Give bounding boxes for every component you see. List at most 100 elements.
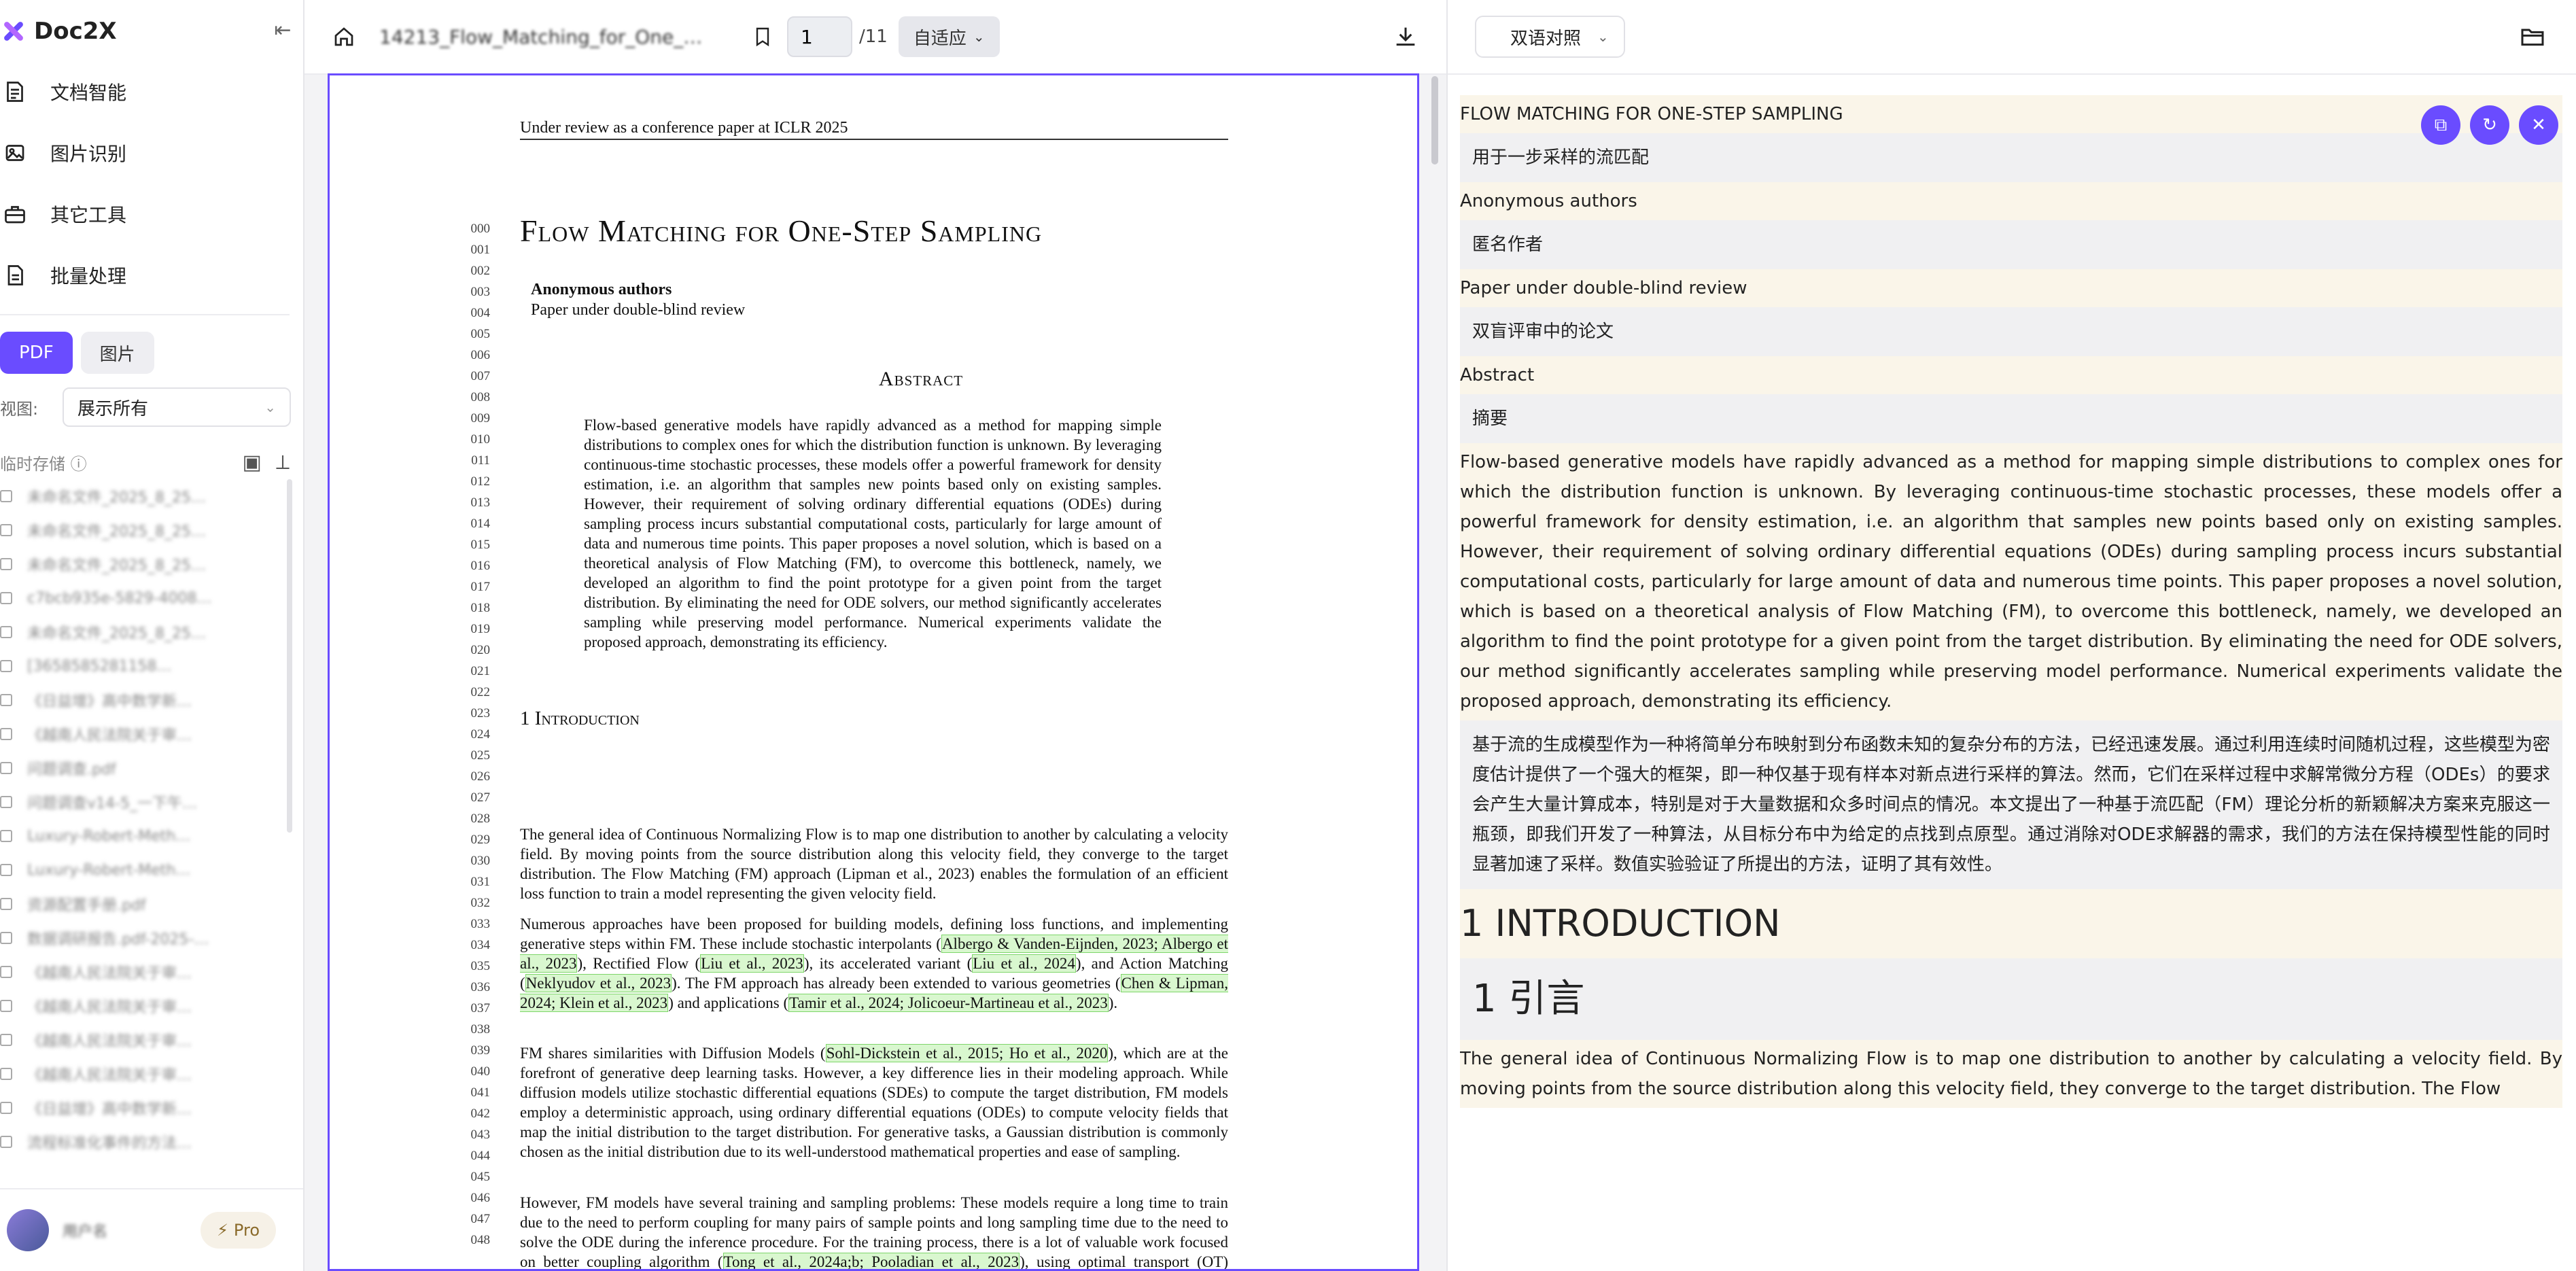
download-button[interactable] bbox=[1389, 20, 1422, 53]
checkbox[interactable] bbox=[0, 1102, 12, 1114]
zoom-select[interactable]: 自适应 ⌄ bbox=[898, 16, 1000, 57]
paragraph-text: The general idea of Continuous Normalizi… bbox=[520, 826, 1228, 902]
checkbox[interactable] bbox=[0, 966, 12, 978]
history-item[interactable]: 《日益增》高中数学新… bbox=[0, 1091, 285, 1125]
pro-badge[interactable]: ⚡ Pro bbox=[201, 1212, 276, 1249]
line-number: 009 bbox=[470, 411, 491, 425]
page-number-input[interactable] bbox=[787, 16, 852, 57]
bookmark-button[interactable] bbox=[749, 23, 776, 50]
file-type-tabs: PDF 图片 bbox=[0, 332, 162, 374]
history-item[interactable]: 资源配置手册.pdf bbox=[0, 887, 285, 921]
history-item[interactable]: 数据调研报告.pdf-2025-… bbox=[0, 921, 285, 955]
sidebar-item-tools[interactable]: 其它工具 bbox=[0, 184, 303, 245]
checkbox[interactable] bbox=[0, 830, 12, 842]
tab-image[interactable]: 图片 bbox=[80, 332, 154, 374]
history-item[interactable]: 《越南人民法院关于审… bbox=[0, 1057, 285, 1091]
checkbox[interactable] bbox=[0, 490, 12, 502]
citation-link[interactable]: Liu et al., 2023 bbox=[700, 954, 804, 973]
history-item[interactable]: 未命名文件_2025_8_25… bbox=[0, 479, 285, 513]
user-name: 用户名 bbox=[63, 1223, 108, 1240]
history-scrollbar[interactable] bbox=[287, 479, 292, 833]
citation-link[interactable]: Liu et al., 2024 bbox=[972, 954, 1076, 973]
checkbox[interactable] bbox=[0, 558, 12, 570]
paragraph: The general idea of Continuous Normalizi… bbox=[520, 824, 1228, 903]
retranslate-button[interactable]: ↻ bbox=[2470, 105, 2509, 145]
source-segment[interactable]: Flow-based generative models have rapidl… bbox=[1460, 443, 2562, 720]
history-item[interactable]: 未命名文件_2025_8_25… bbox=[0, 547, 285, 581]
history-item[interactable]: [3658585281158… bbox=[0, 649, 285, 683]
checkbox[interactable] bbox=[0, 1136, 12, 1148]
citation-link[interactable]: Sohl-Dickstein et al., 2015; Ho et al., … bbox=[825, 1044, 1109, 1062]
checkbox[interactable] bbox=[0, 694, 12, 706]
history-title: 临时存储 ⓘ bbox=[0, 454, 87, 474]
translated-segment[interactable]: 基于流的生成模型作为一种将简单分布映射到分布函数未知的复杂分布的方法，已经迅速发… bbox=[1460, 720, 2562, 889]
sidebar-item-document-ai[interactable]: 文档智能 bbox=[0, 61, 303, 122]
source-segment[interactable]: The general idea of Continuous Normalizi… bbox=[1460, 1040, 2562, 1108]
history-item[interactable]: c7bcb935e-5829-4008… bbox=[0, 581, 285, 615]
checkbox[interactable] bbox=[0, 660, 12, 672]
viewer-scrollbar[interactable] bbox=[1431, 76, 1438, 164]
select-all-icon[interactable]: ▣ bbox=[243, 451, 262, 474]
history-item[interactable]: 《日益增》高中数学新… bbox=[0, 683, 285, 717]
source-segment[interactable]: 1 INTRODUCTION bbox=[1460, 889, 2562, 958]
history-item[interactable]: 未命名文件_2025_8_25… bbox=[0, 513, 285, 547]
copy-button[interactable]: ⧉ bbox=[2421, 105, 2460, 145]
translation-mode-select[interactable]: 双语对照 ⌄ bbox=[1475, 16, 1625, 58]
view-select[interactable]: 展示所有 ⌄ bbox=[63, 387, 291, 427]
collapse-sidebar-button[interactable]: ⇤ bbox=[266, 14, 299, 46]
checkbox[interactable] bbox=[0, 1068, 12, 1080]
close-button[interactable]: ✕ bbox=[2519, 105, 2558, 145]
history-item[interactable]: 《越南人民法院关于审… bbox=[0, 955, 285, 989]
source-segment[interactable]: Paper under double-blind review bbox=[1460, 269, 2562, 307]
translated-segment[interactable]: 摘要 bbox=[1460, 394, 2562, 443]
tab-pdf[interactable]: PDF bbox=[0, 332, 73, 374]
checkbox[interactable] bbox=[0, 796, 12, 808]
bookmark-icon bbox=[756, 27, 769, 47]
sidebar-item-batch[interactable]: 批量处理 bbox=[0, 245, 303, 306]
checkbox[interactable] bbox=[0, 864, 12, 876]
pin-icon[interactable]: ⟂ bbox=[276, 451, 290, 474]
brand[interactable]: Doc2X bbox=[0, 12, 117, 50]
source-segment[interactable]: Abstract bbox=[1460, 356, 2562, 394]
checkbox[interactable] bbox=[0, 1034, 12, 1046]
line-number: 048 bbox=[470, 1233, 491, 1247]
checkbox[interactable] bbox=[0, 626, 12, 638]
home-button[interactable] bbox=[329, 22, 359, 52]
checkbox[interactable] bbox=[0, 898, 12, 910]
segment-actions: ⧉ ↻ ✕ bbox=[2412, 105, 2558, 145]
checkbox[interactable] bbox=[0, 592, 12, 604]
translated-segment[interactable]: 1 引言 bbox=[1460, 958, 2562, 1040]
avatar[interactable] bbox=[7, 1209, 49, 1251]
citation-link[interactable]: Tong et al., 2024a;b; Pooladian et al., … bbox=[723, 1253, 1020, 1269]
citation-link[interactable]: Neklyudov et al., 2023 bbox=[525, 974, 672, 992]
history-item[interactable]: 《越南人民法院关于审… bbox=[0, 989, 285, 1023]
history-item[interactable]: Luxury-Robert-Meth… bbox=[0, 819, 285, 853]
checkbox[interactable] bbox=[0, 1000, 12, 1012]
pdf-page[interactable]: Under review as a conference paper at IC… bbox=[328, 73, 1419, 1271]
line-number: 003 bbox=[470, 285, 491, 299]
history-item[interactable]: 《越南人民法院关于审… bbox=[0, 717, 285, 751]
line-number: 047 bbox=[470, 1212, 491, 1226]
source-segment[interactable]: FLOW MATCHING FOR ONE-STEP SAMPLING bbox=[1460, 95, 2562, 133]
zoom-value: 自适应 bbox=[913, 28, 967, 49]
view-label: 视图: bbox=[0, 399, 39, 419]
open-folder-button[interactable] bbox=[2516, 20, 2549, 53]
history-item[interactable]: 流程标准化事件的方法… bbox=[0, 1125, 285, 1159]
history-item[interactable]: 未命名文件_2025_8_25… bbox=[0, 615, 285, 649]
history-item[interactable]: 问题调查v14-5_一下午… bbox=[0, 785, 285, 819]
checkbox[interactable] bbox=[0, 762, 12, 774]
sidebar-item-image-recognition[interactable]: 图片识别 bbox=[0, 122, 303, 184]
translated-segment[interactable]: 用于一步采样的流匹配 bbox=[1460, 133, 2562, 182]
toolbox-icon bbox=[3, 202, 27, 226]
citation-link[interactable]: Tamir et al., 2024; Jolicoeur-Martineau … bbox=[788, 994, 1109, 1012]
checkbox[interactable] bbox=[0, 728, 12, 740]
checkbox[interactable] bbox=[0, 524, 12, 536]
translated-segment[interactable]: 双盲评审中的论文 bbox=[1460, 307, 2562, 356]
history-item[interactable]: Luxury-Robert-Meth… bbox=[0, 853, 285, 887]
translated-segment[interactable]: 匿名作者 bbox=[1460, 220, 2562, 269]
source-segment[interactable]: Anonymous authors bbox=[1460, 182, 2562, 220]
chevron-down-icon: ⌄ bbox=[1597, 29, 1609, 45]
history-item[interactable]: 《越南人民法院关于审… bbox=[0, 1023, 285, 1057]
history-item[interactable]: 问题调查.pdf bbox=[0, 751, 285, 785]
checkbox[interactable] bbox=[0, 932, 12, 944]
